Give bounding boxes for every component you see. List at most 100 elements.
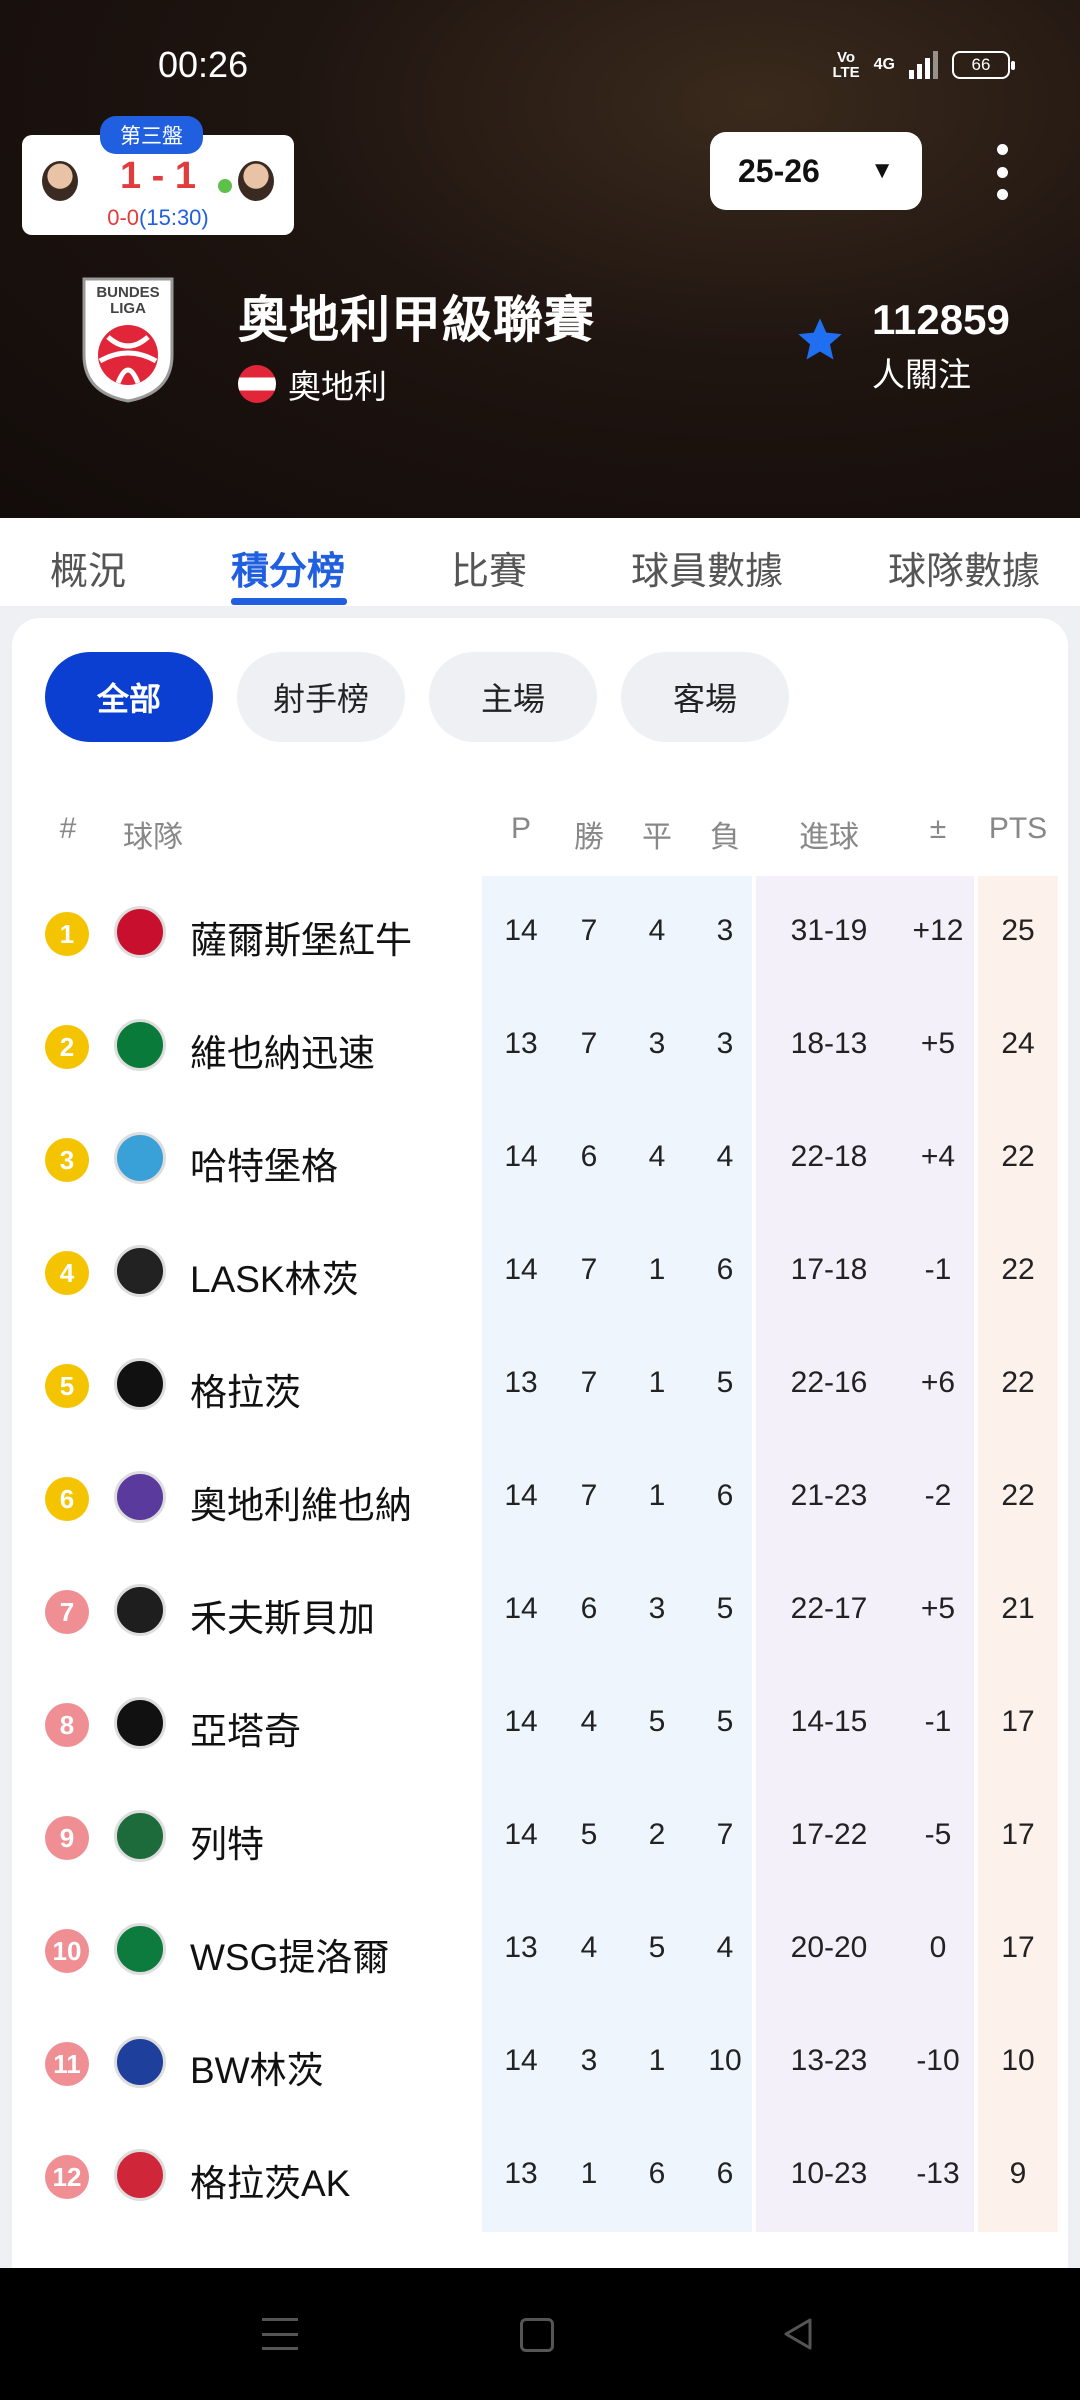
tab-standings[interactable]: 積分榜 xyxy=(231,540,345,595)
cell-d: 3 xyxy=(648,1027,666,1060)
cell-diff: -5 xyxy=(924,1818,952,1851)
table-row[interactable]: 3 哈特堡格 14 6 4 4 22-18 +4 22 xyxy=(0,1106,1080,1219)
filter-all[interactable]: 全部 xyxy=(45,652,213,742)
back-icon[interactable] xyxy=(778,2314,818,2354)
cell-w: 7 xyxy=(580,914,598,947)
cell-diff: 0 xyxy=(929,1931,947,1964)
tab-overview[interactable]: 概況 xyxy=(50,540,126,595)
cell-diff: +4 xyxy=(920,1140,956,1173)
team-crest-icon xyxy=(114,1923,166,1975)
cell-pts: 21 xyxy=(1001,1592,1035,1625)
active-tab-indicator xyxy=(231,598,347,605)
cell-w: 7 xyxy=(580,1366,598,1399)
svg-text:LIGA: LIGA xyxy=(110,300,146,317)
cell-goals: 17-22 xyxy=(790,1818,868,1851)
cell-l: 4 xyxy=(716,1140,734,1173)
header-draws: 平 xyxy=(642,821,672,854)
table-row[interactable]: 11 BW林茨 14 3 1 10 13-23 -10 10 xyxy=(0,2010,1080,2123)
table-row[interactable]: 7 禾夫斯貝加 14 6 3 5 22-17 +5 21 xyxy=(0,1558,1080,1671)
cell-d: 5 xyxy=(648,1931,666,1964)
league-tabs: 概況 積分榜 比賽 球員數據 球隊數據 xyxy=(0,518,1080,606)
cell-goals: 14-15 xyxy=(790,1705,868,1738)
filter-home[interactable]: 主場 xyxy=(429,652,597,742)
header-losses: 負 xyxy=(710,821,740,854)
cell-p: 13 xyxy=(504,1366,538,1399)
cell-l: 6 xyxy=(716,1479,734,1512)
cell-p: 13 xyxy=(504,1027,538,1060)
team-name: 格拉茨 xyxy=(190,1372,301,1413)
table-row[interactable]: 12 格拉茨AK 13 1 6 6 10-23 -13 9 xyxy=(0,2123,1080,2236)
team-name: 薩爾斯堡紅牛 xyxy=(190,920,412,961)
table-row[interactable]: 8 亞塔奇 14 4 5 5 14-15 -1 17 xyxy=(0,1671,1080,1784)
cell-d: 6 xyxy=(648,2157,666,2190)
header-rank: # xyxy=(59,812,77,845)
chevron-down-icon: ▼ xyxy=(870,157,894,184)
table-row[interactable]: 4 LASK林茨 14 7 1 6 17-18 -1 22 xyxy=(0,1219,1080,1332)
battery-icon: 66 xyxy=(952,51,1015,79)
team-crest-icon xyxy=(114,1697,166,1749)
rank-badge: 1 xyxy=(45,912,89,956)
cell-goals: 13-23 xyxy=(790,2044,868,2077)
cell-pts: 17 xyxy=(1001,1818,1035,1851)
team-crest-icon xyxy=(114,1019,166,1071)
cell-w: 6 xyxy=(580,1140,598,1173)
team-crest-icon xyxy=(114,1471,166,1523)
table-row[interactable]: 10 WSG提洛爾 13 4 5 4 20-20 0 17 xyxy=(0,1897,1080,2010)
more-vertical-icon[interactable] xyxy=(984,140,1020,204)
season-select[interactable]: 25-26 ▼ xyxy=(710,132,922,210)
cell-p: 14 xyxy=(504,1592,538,1625)
cell-goals: 21-23 xyxy=(790,1479,868,1512)
network-label: 4G xyxy=(873,56,895,73)
team-crest-icon xyxy=(114,2149,166,2201)
league-name: 奧地利甲級聯賽 xyxy=(238,292,595,348)
league-header: 00:26 Vo LTE 4G 66 第三盤 1 - 1 0-0(15:30) 2… xyxy=(0,0,1080,518)
cell-l: 5 xyxy=(716,1705,734,1738)
table-row[interactable]: 9 列特 14 5 2 7 17-22 -5 17 xyxy=(0,1784,1080,1897)
cell-d: 1 xyxy=(648,2044,666,2077)
table-row[interactable]: 5 格拉茨 13 7 1 5 22-16 +6 22 xyxy=(0,1332,1080,1445)
cell-pts: 22 xyxy=(1001,1479,1035,1512)
team-name: 維也納迅速 xyxy=(190,1033,375,1074)
cell-d: 3 xyxy=(648,1592,666,1625)
austria-flag-icon xyxy=(238,365,276,403)
filter-top-scorers[interactable]: 射手榜 xyxy=(237,652,405,742)
cell-diff: +6 xyxy=(920,1366,956,1399)
table-row[interactable]: 1 薩爾斯堡紅牛 14 7 4 3 31-19 +12 25 xyxy=(0,880,1080,993)
cell-goals: 18-13 xyxy=(790,1027,868,1060)
tab-player-stats[interactable]: 球員數據 xyxy=(631,540,783,595)
cell-w: 4 xyxy=(580,1705,598,1738)
filter-away[interactable]: 客場 xyxy=(621,652,789,742)
tab-matches[interactable]: 比賽 xyxy=(451,540,527,595)
cell-pts: 22 xyxy=(1001,1253,1035,1286)
table-row[interactable]: 6 奧地利維也納 14 7 1 6 21-23 -2 22 xyxy=(0,1445,1080,1558)
cell-pts: 10 xyxy=(1001,2044,1035,2077)
team-crest-icon xyxy=(114,1358,166,1410)
menu-icon[interactable] xyxy=(262,2314,302,2354)
cell-goals: 22-18 xyxy=(790,1140,868,1173)
star-icon[interactable] xyxy=(794,314,846,366)
live-match-card[interactable]: 第三盤 1 - 1 0-0(15:30) xyxy=(22,116,294,235)
cell-p: 13 xyxy=(504,2157,538,2190)
cell-l: 10 xyxy=(708,2044,742,2077)
cell-goals: 22-17 xyxy=(790,1592,868,1625)
table-row[interactable]: 2 維也納迅速 13 7 3 3 18-13 +5 24 xyxy=(0,993,1080,1106)
cell-l: 6 xyxy=(716,1253,734,1286)
volte-icon: Vo LTE xyxy=(832,49,860,81)
header-goals: 進球 xyxy=(799,821,859,854)
live-set-badge: 第三盤 xyxy=(100,116,203,154)
cell-pts: 9 xyxy=(1009,2157,1027,2190)
cell-d: 1 xyxy=(648,1479,666,1512)
rank-badge: 10 xyxy=(45,1929,89,1973)
cell-goals: 20-20 xyxy=(790,1931,868,1964)
cell-diff: +5 xyxy=(920,1592,956,1625)
cell-p: 14 xyxy=(504,1253,538,1286)
home-icon[interactable] xyxy=(520,2318,554,2352)
live-score: 1 - 1 xyxy=(119,155,197,197)
standings-table: 1 薩爾斯堡紅牛 14 7 4 3 31-19 +12 25 2 維也納迅速 13 7 3 3 18-13 +5… xyxy=(0,880,1080,2236)
cell-w: 3 xyxy=(580,2044,598,2077)
tab-team-stats[interactable]: 球隊數據 xyxy=(888,540,1040,595)
cell-pts: 17 xyxy=(1001,1931,1035,1964)
team-crest-icon xyxy=(114,906,166,958)
cell-goals: 17-18 xyxy=(790,1253,868,1286)
cell-d: 1 xyxy=(648,1366,666,1399)
